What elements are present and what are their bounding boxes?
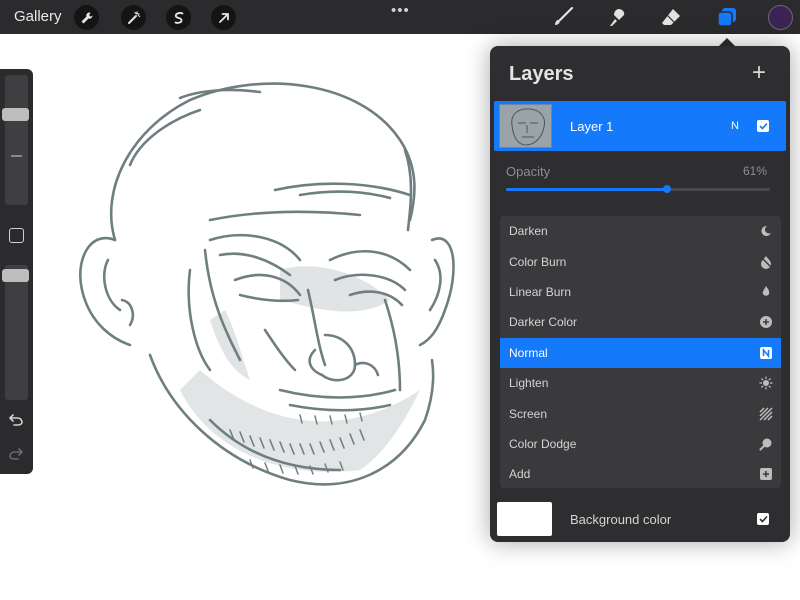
eraser-tool-button[interactable] [658,4,684,30]
selection-button[interactable] [166,5,191,30]
blend-mode-label: Linear Burn [509,284,572,299]
panel-title: Layers [509,63,574,85]
moon-icon [759,224,773,238]
background-color-row[interactable]: Background color [490,500,790,542]
brush-size-slider[interactable] [5,75,28,205]
smudge-tool-button[interactable] [604,4,630,30]
sun-icon [759,376,773,390]
blend-mode-linear-burn[interactable]: Linear Burn [500,277,781,307]
background-visibility-checkbox[interactable] [757,513,769,525]
eraser-icon [662,9,680,25]
blend-mode-normal[interactable]: Normal [500,337,781,368]
blend-mode-darken[interactable]: Darken [500,216,781,246]
blend-mode-label: Screen [509,406,548,421]
opacity-slider[interactable] [506,185,770,193]
smudge-icon [610,9,625,26]
layer-visibility-checkbox[interactable] [757,120,769,132]
blend-mode-darker-color[interactable]: Darker Color [500,307,781,337]
redo-button[interactable] [6,444,26,464]
opacity-label: Opacity [506,164,551,179]
left-sidebar [0,69,33,474]
background-color-swatch[interactable] [497,502,552,536]
wrench-icon [81,11,93,23]
magic-wand-icon [127,10,140,24]
blend-mode-label: Darken [509,224,548,239]
undo-icon [9,414,23,426]
layers-panel: Layers + Layer 1 N Opacity 61% Darken Col… [490,46,790,542]
brush-icon [555,6,574,25]
layers-icon [717,8,736,27]
blend-mode-label: Darker Color [509,315,578,330]
burn-icon [759,255,773,269]
selection-icon [174,11,183,24]
brush-opacity-slider[interactable] [5,265,28,400]
procreate-app: Gallery ••• Layers + Layer 1 N Opacity 6… [0,0,800,600]
layer-thumbnail [499,104,552,148]
plus-circle-icon [759,315,773,329]
stripes-icon [759,407,773,421]
gallery-button[interactable]: Gallery [14,8,62,25]
redo-icon [9,448,23,460]
blend-mode-list: Darken Color Burn Linear Burn Darker Color N… [500,216,781,488]
blend-mode-color-burn[interactable]: Color Burn [500,246,781,276]
blend-mode-label: Normal [509,345,548,360]
undo-button[interactable] [6,410,26,430]
opacity-value: 61% [743,164,768,178]
checkmark-icon [759,122,767,129]
brush-tool-button[interactable] [550,4,576,30]
canvas-sketch[interactable] [60,70,490,510]
color-picker-button[interactable] [768,5,793,30]
plus-square-icon [759,467,773,481]
opacity-slider-knob[interactable] [663,185,672,193]
more-options-icon[interactable]: ••• [391,2,410,19]
layer-blend-mode-button[interactable]: N [731,120,739,132]
layer-row[interactable]: Layer 1 N [494,101,786,151]
blend-mode-label: Color Burn [509,254,567,269]
brush-opacity-thumb[interactable] [2,268,29,282]
blend-mode-label: Lighten [509,376,549,391]
layer-name: Layer 1 [570,119,614,134]
flame-icon [759,285,773,299]
blend-mode-label: Color Dodge [509,436,577,451]
blend-mode-add[interactable]: Add [500,459,781,488]
dodge-icon [759,437,773,451]
checkmark-icon [759,515,767,522]
modify-button[interactable] [9,228,24,243]
actions-button[interactable] [74,5,99,30]
slider-tick [11,155,22,157]
layers-tool-button[interactable] [714,4,740,30]
adjustments-button[interactable] [121,5,146,30]
normal-n-icon [759,346,773,360]
blend-mode-screen[interactable]: Screen [500,398,781,428]
brush-size-thumb[interactable] [2,107,29,121]
opacity-slider-fill [506,188,668,191]
add-layer-icon[interactable]: + [752,61,766,85]
background-color-label: Background color [570,512,672,527]
blend-mode-color-dodge[interactable]: Color Dodge [500,429,781,459]
blend-mode-lighten[interactable]: Lighten [500,368,781,398]
transform-arrow-icon [218,12,229,23]
transform-button[interactable] [211,5,236,30]
blend-mode-label: Add [509,467,531,482]
top-toolbar: Gallery ••• [0,0,800,34]
